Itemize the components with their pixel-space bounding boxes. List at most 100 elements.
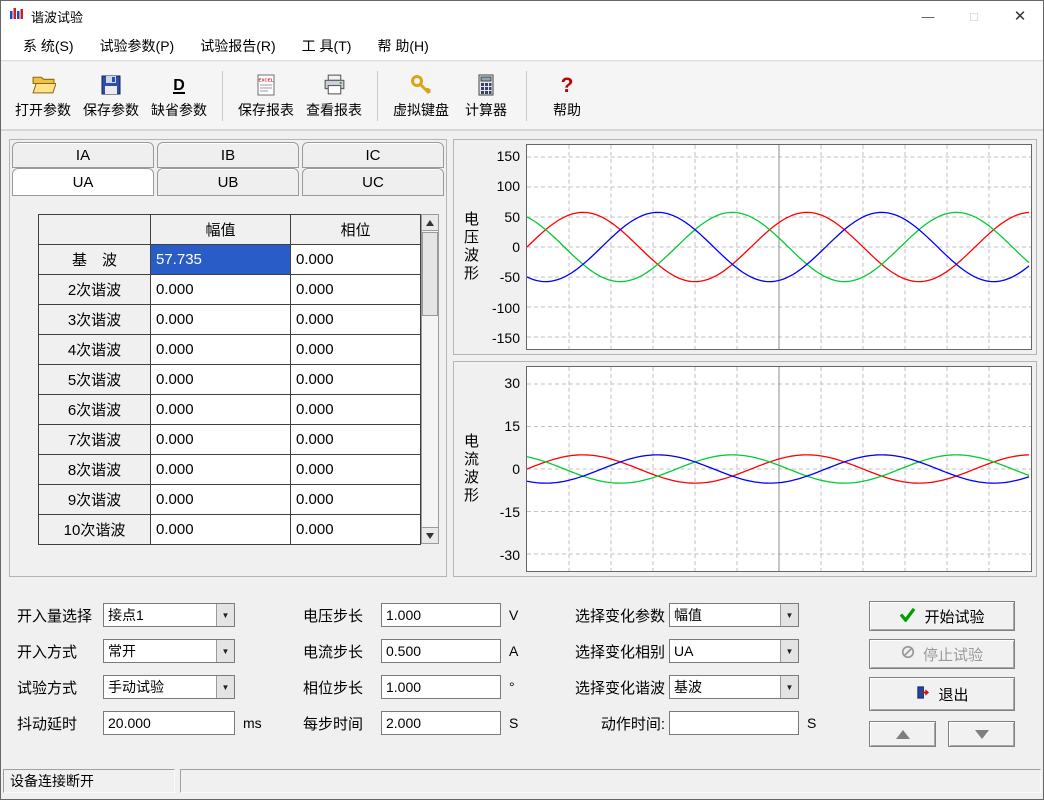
y-tick-label: -30 (478, 547, 520, 563)
start-test-button[interactable]: 开始试验 (869, 601, 1015, 631)
scrollbar-thumb[interactable] (422, 232, 438, 316)
input-mode-select[interactable]: 常开▼ (103, 639, 235, 663)
phase-cell[interactable]: 0.000 (291, 485, 421, 515)
stop-test-button[interactable]: 停止试验 (869, 639, 1015, 669)
phase-cell[interactable]: 0.000 (291, 515, 421, 545)
menu-item-4[interactable]: 工 具(T) (292, 32, 362, 60)
y-tick-label: -150 (478, 330, 520, 346)
toolbar-button-2[interactable]: 保存参数 (77, 68, 145, 123)
scrollbar-track[interactable] (422, 232, 438, 526)
combo-value: 手动试验 (104, 677, 216, 697)
toolbar-button-label: 保存参数 (83, 100, 139, 120)
y-tick-label: 100 (478, 178, 520, 194)
menu-item-2[interactable]: 试验参数(P) (90, 32, 185, 60)
chevron-down-icon[interactable]: ▼ (780, 640, 798, 662)
amplitude-cell[interactable]: 0.000 (151, 425, 291, 455)
row-label: 6次谐波 (39, 395, 151, 425)
tab-ua[interactable]: UA (12, 168, 154, 196)
phase-cell[interactable]: 0.000 (291, 275, 421, 305)
phase-cell[interactable]: 0.000 (291, 335, 421, 365)
action-time-input-label: 动作时间: (565, 713, 669, 734)
phase-step-input[interactable] (381, 675, 501, 699)
svg-text:EXCEL: EXCEL (258, 77, 273, 82)
amplitude-cell[interactable]: 0.000 (151, 455, 291, 485)
tab-ia[interactable]: IA (12, 142, 154, 168)
phase-cell[interactable]: 0.000 (291, 425, 421, 455)
step-up-button[interactable] (869, 721, 936, 747)
voltage-step-input[interactable] (381, 603, 501, 627)
menu-item-5[interactable]: 帮 助(H) (367, 32, 438, 60)
amplitude-cell[interactable]: 0.000 (151, 335, 291, 365)
table-scrollbar[interactable] (421, 214, 439, 544)
contact-select[interactable]: 接点1▼ (103, 603, 235, 627)
change-phase-select-label: 选择变化相别 (565, 641, 669, 662)
toolbar-button-1[interactable]: 打开参数 (9, 68, 77, 123)
default-params-icon: D (167, 71, 191, 98)
toolbar-button-4[interactable]: EXCEL保存报表 (232, 68, 300, 123)
scroll-up-button[interactable] (422, 215, 438, 231)
step-time-input-unit: S (509, 715, 518, 731)
toolbar-button-label: 查看报表 (306, 100, 362, 120)
phase-cell[interactable]: 0.000 (291, 245, 421, 275)
maximize-button[interactable]: □ (951, 1, 997, 31)
row-label: 9次谐波 (39, 485, 151, 515)
toolbar-button-8[interactable]: ?帮助 (536, 68, 598, 123)
toolbar-button-3[interactable]: D缺省参数 (145, 68, 213, 123)
row-label: 基 波 (39, 245, 151, 275)
phase-cell[interactable]: 0.000 (291, 455, 421, 485)
toolbar-button-7[interactable]: 计算器 (455, 68, 517, 123)
chevron-down-icon[interactable]: ▼ (216, 676, 234, 698)
test-mode-select-label: 试验方式 (17, 677, 103, 698)
tab-ic[interactable]: IC (302, 142, 444, 168)
combo-value: 基波 (670, 677, 780, 697)
step-arrows (869, 721, 1021, 747)
app-window: 谐波试验 — □ ✕ 系 统(S)试验参数(P)试验报告(R)工 具(T)帮 助… (0, 0, 1044, 800)
toolbar-button-6[interactable]: 虚拟键盘 (387, 68, 455, 123)
chevron-down-icon[interactable]: ▼ (216, 640, 234, 662)
y-tick-label: 150 (478, 148, 520, 164)
status-bar: 设备连接断开 (3, 769, 1041, 793)
phase-cell[interactable]: 0.000 (291, 365, 421, 395)
amplitude-cell[interactable]: 0.000 (151, 305, 291, 335)
phase-cell[interactable]: 0.000 (291, 395, 421, 425)
chevron-down-icon[interactable]: ▼ (780, 676, 798, 698)
current-waveform-chart: 电流波形 30150-15-30 (453, 361, 1037, 577)
step-time-input[interactable] (381, 711, 501, 735)
combo-value: 常开 (104, 641, 216, 661)
toolbar-button-5[interactable]: 查看报表 (300, 68, 368, 123)
minimize-button[interactable]: — (905, 1, 951, 31)
amplitude-cell[interactable]: 57.735 (151, 245, 291, 275)
action-time-input[interactable] (669, 711, 799, 735)
window-controls: — □ ✕ (905, 1, 1043, 31)
amplitude-cell[interactable]: 0.000 (151, 485, 291, 515)
change-harmonic-select[interactable]: 基波▼ (669, 675, 799, 699)
scroll-down-button[interactable] (422, 527, 438, 543)
amplitude-cell[interactable]: 0.000 (151, 365, 291, 395)
phase-cell[interactable]: 0.000 (291, 305, 421, 335)
chevron-down-icon[interactable]: ▼ (216, 604, 234, 626)
waveform-panel: 电压波形 150100500-50-100-150 电流波形 30150-15-… (453, 139, 1039, 577)
tab-ib[interactable]: IB (157, 142, 299, 168)
table-header-blank (39, 215, 151, 245)
amplitude-cell[interactable]: 0.000 (151, 395, 291, 425)
exit-button[interactable]: 退出 (869, 677, 1015, 711)
menu-item-3[interactable]: 试验报告(R) (190, 32, 285, 60)
toolbar-button-label: 帮助 (553, 100, 581, 120)
step-down-button[interactable] (948, 721, 1015, 747)
chevron-down-icon[interactable]: ▼ (780, 604, 798, 626)
change-param-select[interactable]: 幅值▼ (669, 603, 799, 627)
tab-ub[interactable]: UB (157, 168, 299, 196)
test-mode-select[interactable]: 手动试验▼ (103, 675, 235, 699)
current-chart-ticks: 30150-15-30 (478, 362, 522, 576)
amplitude-cell[interactable]: 0.000 (151, 515, 291, 545)
menu-item-1[interactable]: 系 统(S) (13, 32, 84, 60)
combo-value: 幅值 (670, 605, 780, 625)
change-phase-select[interactable]: UA▼ (669, 639, 799, 663)
current-step-input[interactable] (381, 639, 501, 663)
tab-uc[interactable]: UC (302, 168, 444, 196)
y-tick-label: 0 (478, 461, 520, 477)
close-button[interactable]: ✕ (997, 1, 1043, 31)
amplitude-cell[interactable]: 0.000 (151, 275, 291, 305)
toolbar-button-label: 虚拟键盘 (393, 100, 449, 120)
jitter-delay-input[interactable] (103, 711, 235, 735)
